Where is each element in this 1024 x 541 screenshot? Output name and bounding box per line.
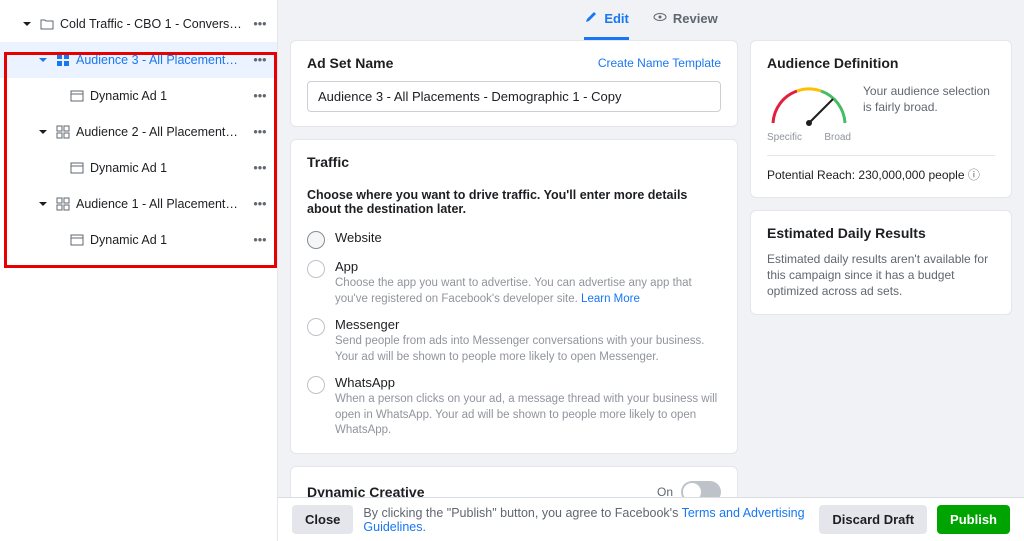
more-icon[interactable]: ••• [249, 193, 271, 215]
gauge-label-specific: Specific [767, 132, 802, 143]
radio-icon [307, 376, 325, 394]
tree-row-ad[interactable]: Dynamic Ad 1 ••• [0, 150, 277, 186]
option-help: When a person clicks on your ad, a messa… [335, 392, 721, 439]
tree-row-adset[interactable]: Audience 3 - All Placements - ... ••• [0, 42, 277, 78]
tree-row-adset[interactable]: Audience 2 - All Placements - ... ••• [0, 114, 277, 150]
ad-icon [70, 233, 84, 247]
card-title: Estimated Daily Results [767, 225, 995, 241]
more-icon[interactable]: ••• [249, 85, 271, 107]
tab-edit[interactable]: Edit [584, 0, 629, 40]
caret-down-icon[interactable] [36, 197, 50, 211]
estimated-daily-card: Estimated Daily Results Estimated daily … [750, 210, 1012, 315]
more-icon[interactable]: ••• [249, 49, 271, 71]
potential-reach: Potential Reach: 230,000,000 people ⓘ [767, 155, 995, 183]
learn-more-link[interactable]: Learn More [581, 293, 640, 305]
adset-icon [56, 125, 70, 139]
traffic-option-whatsapp[interactable]: WhatsApp When a person clicks on your ad… [307, 375, 721, 439]
audience-definition-card: Audience Definition Specific [750, 40, 1012, 198]
traffic-option-app[interactable]: App Choose the app you want to advertise… [307, 259, 721, 307]
adset-label: Audience 2 - All Placements - ... [76, 125, 243, 139]
traffic-card: Traffic Choose where you want to drive t… [290, 139, 738, 454]
create-name-template-link[interactable]: Create Name Template [598, 56, 721, 70]
radio-icon [307, 318, 325, 336]
more-icon[interactable]: ••• [249, 13, 271, 35]
ad-label: Dynamic Ad 1 [90, 89, 243, 103]
adset-name-card: Ad Set Name Create Name Template [290, 40, 738, 127]
option-label: Website [335, 230, 721, 245]
footer-bar: Close By clicking the "Publish" button, … [278, 497, 1024, 541]
audience-def-text: Your audience selection is fairly broad. [863, 83, 995, 115]
pencil-icon [584, 10, 598, 27]
caret-down-icon[interactable] [36, 53, 50, 67]
folder-icon [40, 17, 54, 31]
adset-icon [56, 53, 70, 67]
edit-review-tabs: Edit Review [278, 0, 1024, 40]
option-label: Messenger [335, 317, 721, 332]
more-icon[interactable]: ••• [249, 121, 271, 143]
ad-icon [70, 89, 84, 103]
card-title: Ad Set Name [307, 55, 393, 71]
tree-row-campaign[interactable]: Cold Traffic - CBO 1 - Conversion ••• [0, 6, 277, 42]
campaign-label: Cold Traffic - CBO 1 - Conversion [60, 17, 243, 31]
adset-label: Audience 3 - All Placements - ... [76, 53, 243, 67]
caret-down-icon[interactable] [36, 125, 50, 139]
publish-button[interactable]: Publish [937, 505, 1010, 534]
adset-label: Audience 1 - All Placements - ... [76, 197, 243, 211]
traffic-intro: Choose where you want to drive traffic. … [307, 188, 721, 216]
tab-label: Edit [604, 11, 629, 26]
caret-down-icon[interactable] [20, 17, 34, 31]
adset-icon [56, 197, 70, 211]
tree-row-ad[interactable]: Dynamic Ad 1 ••• [0, 222, 277, 258]
tab-label: Review [673, 11, 718, 26]
ad-label: Dynamic Ad 1 [90, 161, 243, 175]
radio-icon [307, 231, 325, 249]
discard-draft-button[interactable]: Discard Draft [819, 505, 927, 534]
est-daily-text: Estimated daily results aren't available… [767, 251, 995, 300]
more-icon[interactable]: ••• [249, 157, 271, 179]
footer-agreement-text: By clicking the "Publish" button, you ag… [363, 506, 809, 534]
card-title: Traffic [307, 154, 721, 170]
info-icon[interactable]: ⓘ [968, 168, 980, 182]
ad-label: Dynamic Ad 1 [90, 233, 243, 247]
gauge-label-broad: Broad [824, 132, 851, 143]
option-help: Choose the app you want to advertise. Yo… [335, 276, 721, 307]
card-title: Audience Definition [767, 55, 995, 71]
ad-icon [70, 161, 84, 175]
tree-row-ad[interactable]: Dynamic Ad 1 ••• [0, 78, 277, 114]
more-icon[interactable]: ••• [249, 229, 271, 251]
tab-review[interactable]: Review [653, 0, 718, 40]
eye-icon [653, 10, 667, 27]
campaign-tree-sidebar: Cold Traffic - CBO 1 - Conversion ••• Au… [0, 0, 278, 541]
option-help: Send people from ads into Messenger conv… [335, 334, 721, 365]
audience-gauge: Specific Broad [767, 83, 851, 143]
traffic-option-website[interactable]: Website [307, 230, 721, 249]
close-button[interactable]: Close [292, 505, 353, 534]
adset-name-input[interactable] [307, 81, 721, 112]
tree-row-adset[interactable]: Audience 1 - All Placements - ... ••• [0, 186, 277, 222]
radio-icon [307, 260, 325, 278]
option-label: App [335, 259, 721, 274]
option-label: WhatsApp [335, 375, 721, 390]
traffic-option-messenger[interactable]: Messenger Send people from ads into Mess… [307, 317, 721, 365]
